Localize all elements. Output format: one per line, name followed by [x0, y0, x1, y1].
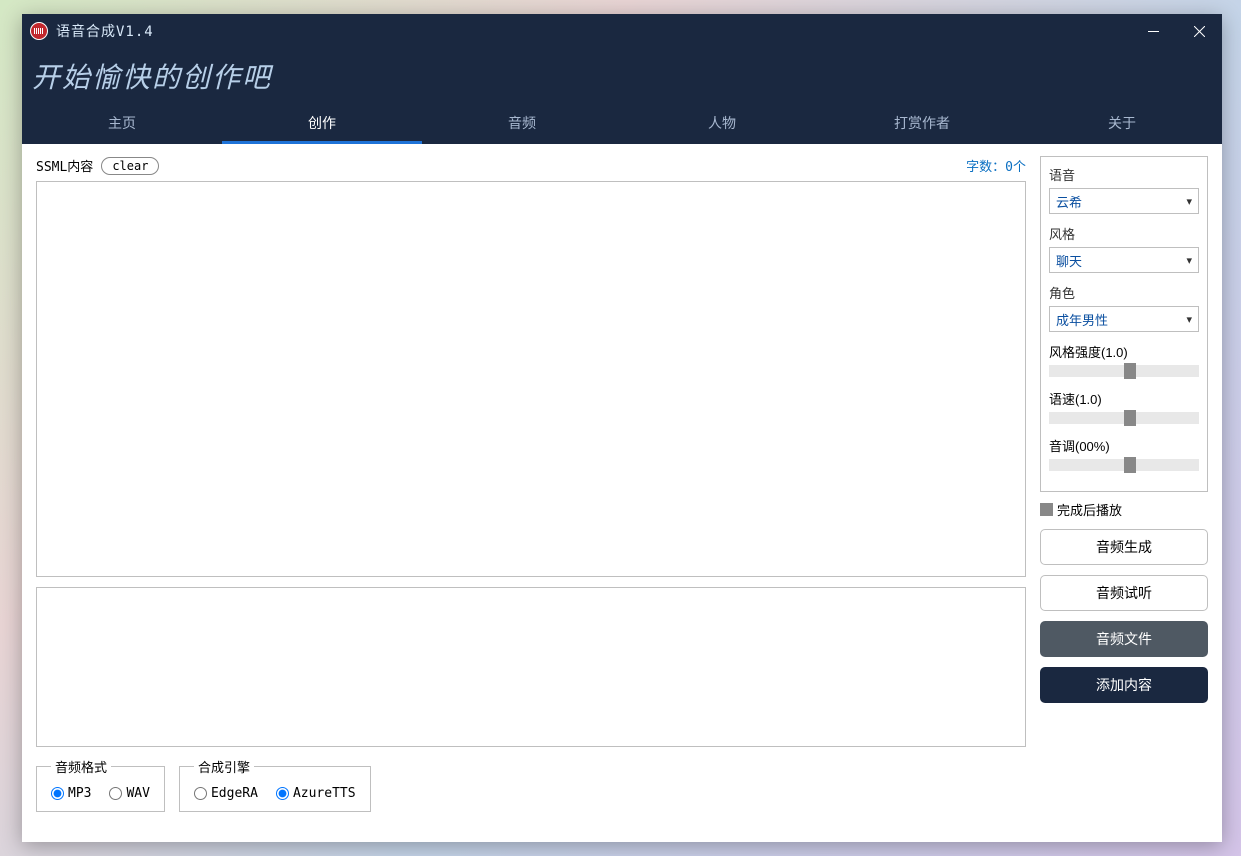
ssml-label: SSML内容	[36, 156, 93, 175]
rate-slider[interactable]	[1049, 412, 1199, 424]
tab-home[interactable]: 主页	[22, 104, 222, 142]
tab-audio[interactable]: 音频	[422, 104, 622, 142]
file-button[interactable]: 音频文件	[1040, 621, 1208, 657]
banner-text: 开始愉快的创作吧	[22, 48, 1222, 104]
intensity-label: 风格强度(1.0)	[1049, 342, 1199, 361]
titlebar: 语音合成V1.4	[22, 14, 1222, 48]
minimize-button[interactable]	[1130, 14, 1176, 48]
audio-format-group: 音频格式 MP3 WAV	[36, 757, 165, 812]
engine-legend: 合成引擎	[194, 757, 254, 776]
tab-bar: 主页 创作 音频 人物 打赏作者 关于	[22, 104, 1222, 144]
radio-azuretts[interactable]: AzureTTS	[276, 786, 356, 801]
tab-about[interactable]: 关于	[1022, 104, 1222, 142]
app-window: 语音合成V1.4 开始愉快的创作吧 主页 创作 音频 人物 打赏作者 关于 SS…	[22, 14, 1222, 842]
pitch-slider[interactable]	[1049, 459, 1199, 471]
role-label: 角色	[1049, 283, 1199, 302]
left-column: SSML内容 clear 字数：0个 音频格式 MP3 WAV 合成引擎 Edg	[36, 156, 1026, 830]
checkbox-icon	[1040, 503, 1053, 516]
preview-button[interactable]: 音频试听	[1040, 575, 1208, 611]
style-label: 风格	[1049, 224, 1199, 243]
role-select[interactable]: 成年男性 ▾	[1049, 306, 1199, 332]
chevron-down-icon: ▾	[1186, 195, 1192, 208]
voice-label: 语音	[1049, 165, 1199, 184]
voice-select[interactable]: 云希 ▾	[1049, 188, 1199, 214]
chevron-down-icon: ▾	[1186, 254, 1192, 267]
intensity-slider[interactable]	[1049, 365, 1199, 377]
content-area: SSML内容 clear 字数：0个 音频格式 MP3 WAV 合成引擎 Edg	[22, 144, 1222, 842]
play-after-checkbox[interactable]: 完成后播放	[1040, 500, 1208, 519]
radio-wav[interactable]: WAV	[109, 786, 149, 801]
app-icon	[30, 22, 48, 40]
word-count: 字数：0个	[966, 156, 1026, 175]
radio-mp3[interactable]: MP3	[51, 786, 91, 801]
window-title: 语音合成V1.4	[56, 21, 1130, 41]
generate-button[interactable]: 音频生成	[1040, 529, 1208, 565]
audio-format-legend: 音频格式	[51, 757, 111, 776]
clear-button[interactable]: clear	[101, 157, 159, 175]
ssml-input[interactable]	[36, 181, 1026, 577]
radio-edgera[interactable]: EdgeRA	[194, 786, 258, 801]
voice-panel: 语音 云希 ▾ 风格 聊天 ▾ 角色 成年男性 ▾ 风格强度(1.0) 语速(1…	[1040, 156, 1208, 492]
output-area[interactable]	[36, 587, 1026, 747]
pitch-label: 音调(00%)	[1049, 436, 1199, 455]
chevron-down-icon: ▾	[1186, 313, 1192, 326]
style-select[interactable]: 聊天 ▾	[1049, 247, 1199, 273]
tab-donate[interactable]: 打赏作者	[822, 104, 1022, 142]
tab-character[interactable]: 人物	[622, 104, 822, 142]
rate-label: 语速(1.0)	[1049, 389, 1199, 408]
add-content-button[interactable]: 添加内容	[1040, 667, 1208, 703]
tab-create[interactable]: 创作	[222, 104, 422, 142]
right-column: 语音 云希 ▾ 风格 聊天 ▾ 角色 成年男性 ▾ 风格强度(1.0) 语速(1…	[1040, 156, 1208, 830]
engine-group: 合成引擎 EdgeRA AzureTTS	[179, 757, 371, 812]
bottom-groups: 音频格式 MP3 WAV 合成引擎 EdgeRA AzureTTS	[36, 757, 1026, 812]
close-button[interactable]	[1176, 14, 1222, 48]
ssml-header: SSML内容 clear 字数：0个	[36, 156, 1026, 175]
